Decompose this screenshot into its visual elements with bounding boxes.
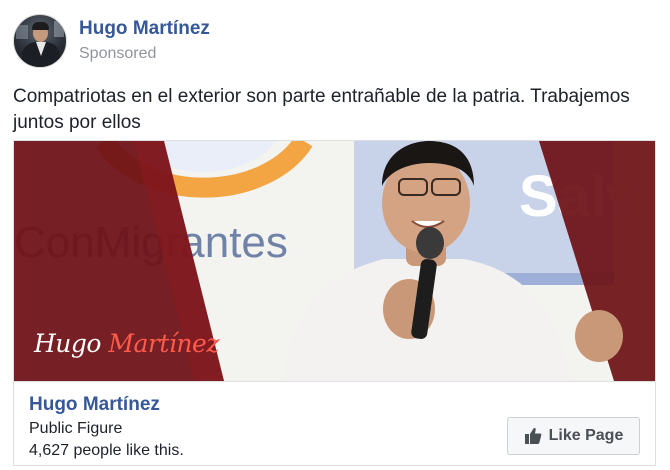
ad-footer: Hugo Martínez Public Figure 4,627 people… — [14, 381, 655, 465]
author-name-link[interactable]: Hugo Martínez — [79, 18, 210, 40]
post-text: Compatriotas en el exterior son parte en… — [13, 86, 630, 133]
ad-image[interactable]: Salv ConMigrantes — [14, 141, 655, 381]
post-header: Hugo Martínez Sponsored — [13, 13, 210, 69]
sponsored-label[interactable]: Sponsored — [79, 43, 210, 65]
page-category: Public Figure — [29, 420, 123, 437]
brand-script-first: Hugo — [34, 329, 101, 358]
avatar-hair — [32, 22, 49, 30]
thumbs-up-icon — [524, 428, 542, 444]
author-info: Hugo Martínez Sponsored — [79, 18, 210, 65]
ad-card[interactable]: Salv ConMigrantes — [13, 140, 656, 466]
brand-script-second: Martínez — [108, 329, 219, 358]
like-page-button[interactable]: Like Page — [507, 417, 640, 455]
page-name-link[interactable]: Hugo Martínez — [29, 394, 160, 416]
avatar[interactable] — [13, 14, 67, 68]
avatar-bg-shape — [54, 21, 64, 37]
like-page-label: Like Page — [548, 427, 624, 444]
brand-script-logo: Hugo Martínez — [34, 329, 219, 358]
microphone-head — [416, 227, 444, 259]
person-right-hand — [575, 310, 623, 362]
avatar-bg-shape — [16, 25, 28, 39]
page-likes-count: 4,627 people like this. — [29, 442, 184, 459]
